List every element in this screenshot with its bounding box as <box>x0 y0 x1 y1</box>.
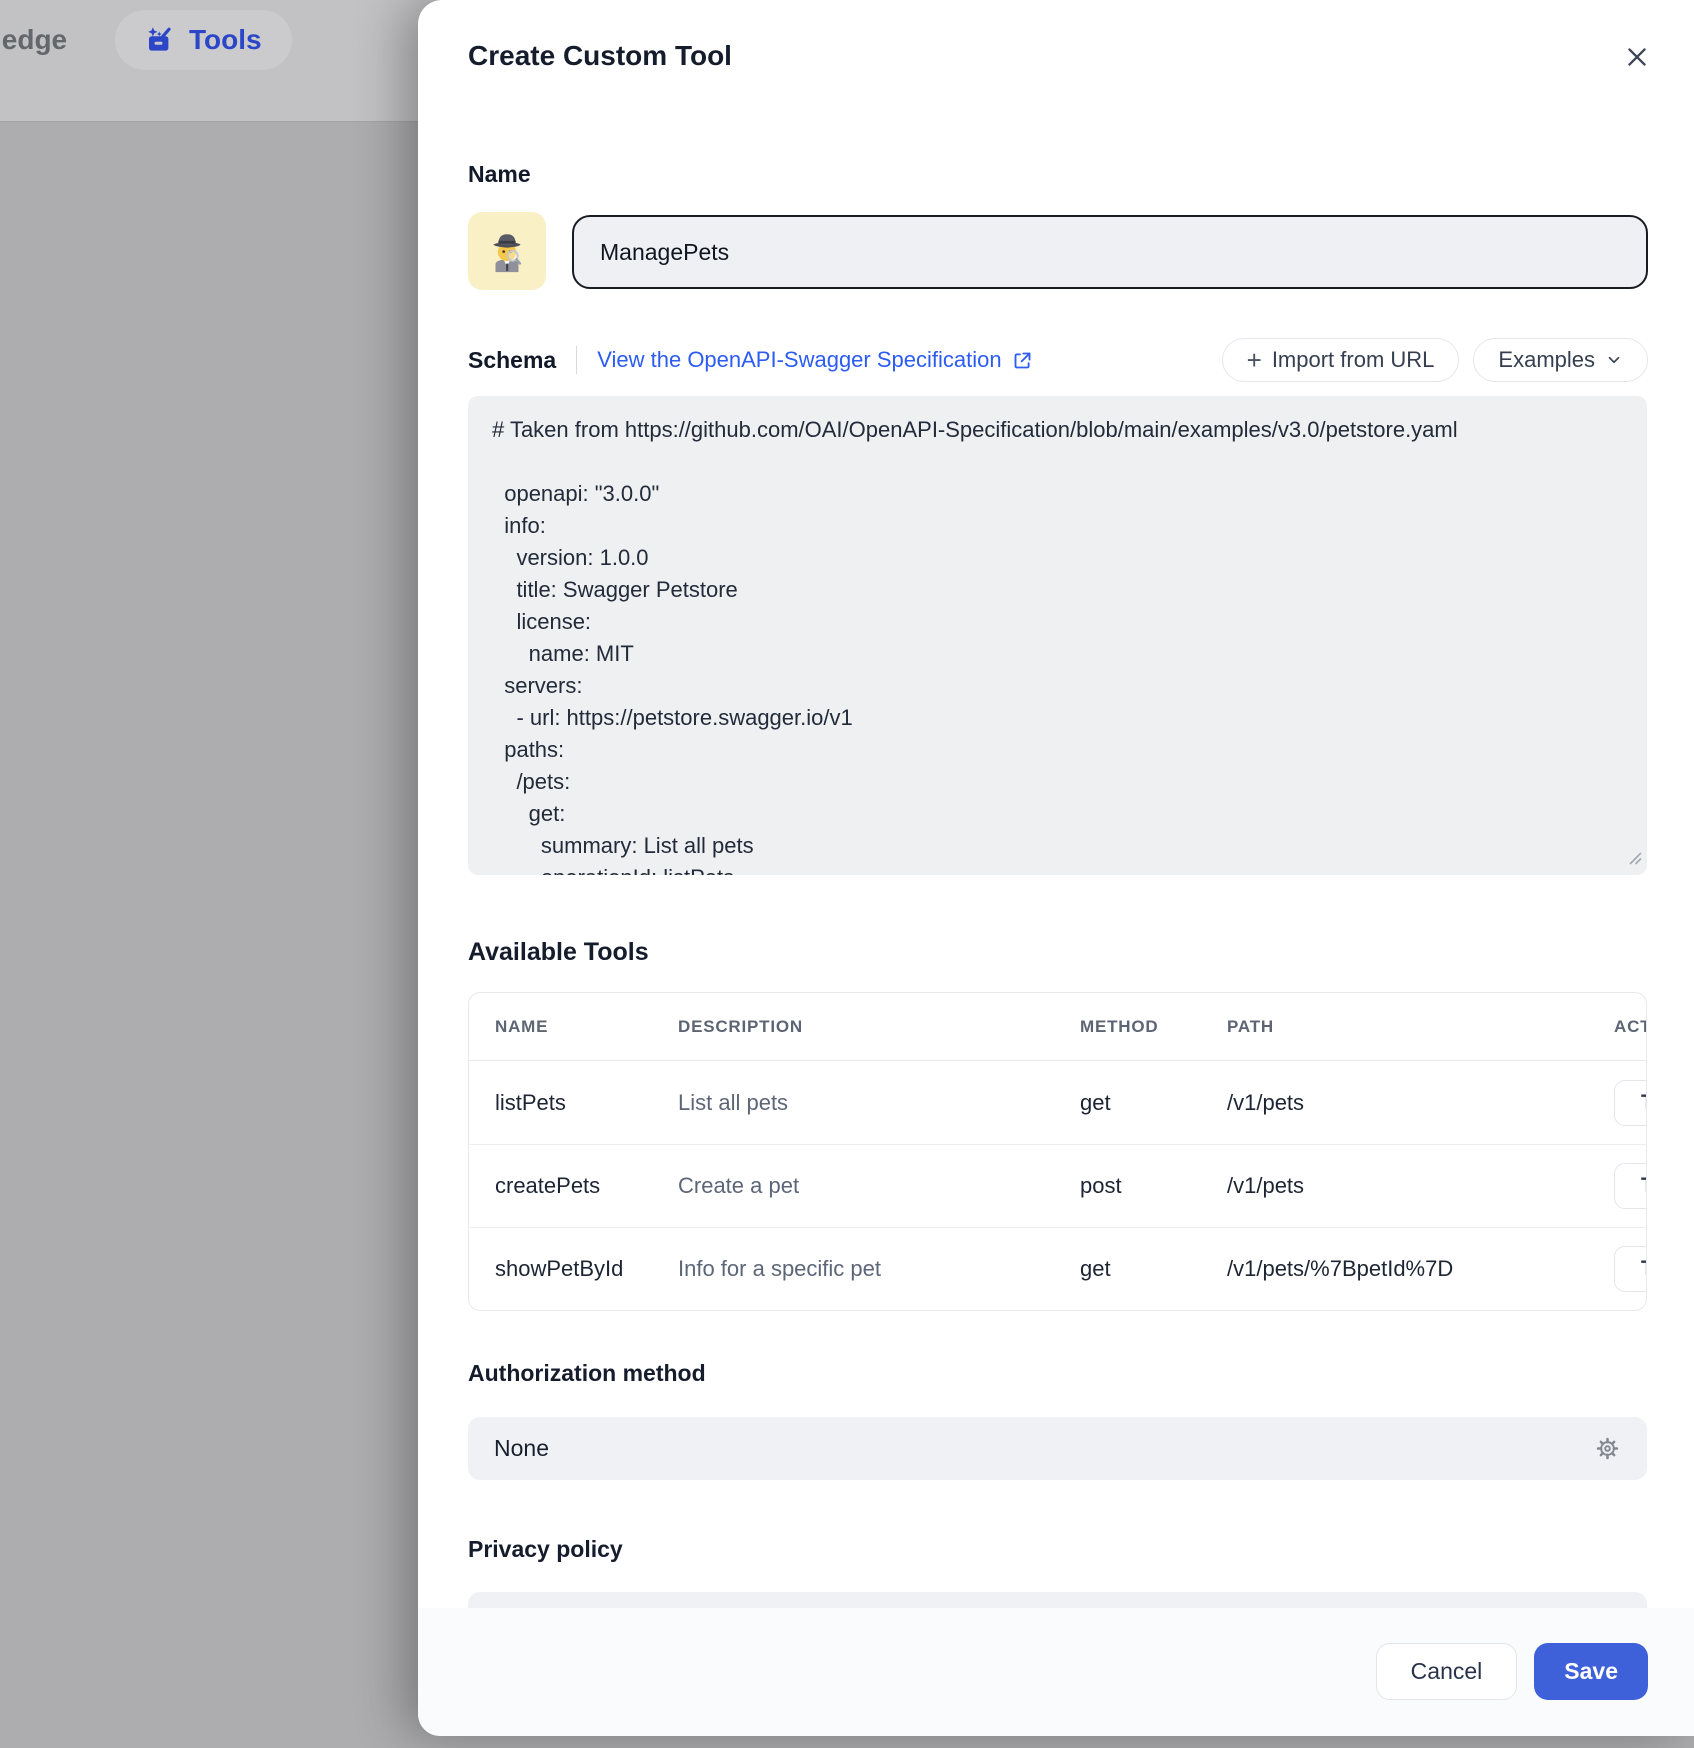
examples-dropdown-button[interactable]: Examples <box>1473 338 1648 382</box>
close-icon[interactable] <box>1622 42 1652 72</box>
tab-tools[interactable]: Tools <box>115 10 292 70</box>
table-row: showPetById Info for a specific pet get … <box>469 1227 1646 1310</box>
column-description: DESCRIPTION <box>678 1017 1080 1037</box>
tool-path: /v1/pets <box>1227 1173 1614 1199</box>
authorization-method-value: None <box>494 1435 549 1462</box>
tool-description: Create a pet <box>678 1173 1080 1199</box>
tool-description: Info for a specific pet <box>678 1256 1080 1282</box>
tool-description: List all pets <box>678 1090 1080 1116</box>
tool-method: post <box>1080 1173 1227 1199</box>
tab-knowledge[interactable]: ledge <box>0 24 67 56</box>
cancel-button[interactable]: Cancel <box>1376 1643 1518 1700</box>
tool-method: get <box>1080 1256 1227 1282</box>
column-method: METHOD <box>1080 1017 1227 1037</box>
tool-method: get <box>1080 1090 1227 1116</box>
column-actions: ACTIONS <box>1614 1017 1647 1037</box>
plus-icon: + <box>1247 347 1262 373</box>
openapi-spec-link[interactable]: View the OpenAPI-Swagger Specification <box>597 347 1032 373</box>
import-from-url-label: Import from URL <box>1272 347 1435 373</box>
save-button[interactable]: Save <box>1534 1643 1648 1700</box>
table-row: createPets Create a pet post /v1/pets Te… <box>469 1144 1646 1227</box>
modal-title: Create Custom Tool <box>468 40 732 72</box>
examples-label: Examples <box>1498 347 1595 373</box>
available-tools-table: NAME DESCRIPTION METHOD PATH ACTIONS lis… <box>468 992 1647 1311</box>
tool-name: createPets <box>495 1173 678 1199</box>
test-button[interactable]: Test <box>1614 1080 1647 1126</box>
table-row: listPets List all pets get /v1/pets Test <box>469 1061 1646 1144</box>
chevron-down-icon <box>1605 351 1623 369</box>
resize-handle-icon[interactable] <box>1627 850 1642 870</box>
gear-icon[interactable] <box>1594 1435 1621 1462</box>
schema-label: Schema <box>468 347 556 374</box>
column-name: NAME <box>495 1017 678 1037</box>
schema-yaml-content: # Taken from https://github.com/OAI/Open… <box>468 396 1647 875</box>
modal-footer: Cancel Save <box>418 1608 1694 1736</box>
table-header-row: NAME DESCRIPTION METHOD PATH ACTIONS <box>469 993 1646 1061</box>
authorization-method-select[interactable]: None <box>468 1417 1647 1480</box>
authorization-method-heading: Authorization method <box>468 1360 706 1387</box>
test-button[interactable]: Test <box>1614 1246 1647 1292</box>
column-path: PATH <box>1227 1017 1614 1037</box>
openapi-spec-link-label: View the OpenAPI-Swagger Specification <box>597 347 1001 373</box>
external-link-icon <box>1012 350 1033 371</box>
name-label: Name <box>468 161 531 188</box>
create-custom-tool-modal: Create Custom Tool Name Sche <box>418 0 1694 1736</box>
available-tools-heading: Available Tools <box>468 938 649 967</box>
tool-name-input[interactable] <box>572 215 1648 289</box>
tool-path: /v1/pets/%7BpetId%7D <box>1227 1256 1614 1282</box>
import-from-url-button[interactable]: + Import from URL <box>1222 338 1460 382</box>
tool-name: showPetById <box>495 1256 678 1282</box>
test-button[interactable]: Test <box>1614 1163 1647 1209</box>
privacy-policy-heading: Privacy policy <box>468 1536 623 1563</box>
tab-tools-label: Tools <box>189 24 262 56</box>
vertical-divider <box>576 346 577 374</box>
tool-emoji-button[interactable] <box>468 212 546 290</box>
tools-box-sparkle-icon <box>145 25 175 55</box>
schema-textarea[interactable]: # Taken from https://github.com/OAI/Open… <box>468 396 1647 875</box>
detective-emoji-icon <box>484 228 530 274</box>
tool-name: listPets <box>495 1090 678 1116</box>
tool-path: /v1/pets <box>1227 1090 1614 1116</box>
